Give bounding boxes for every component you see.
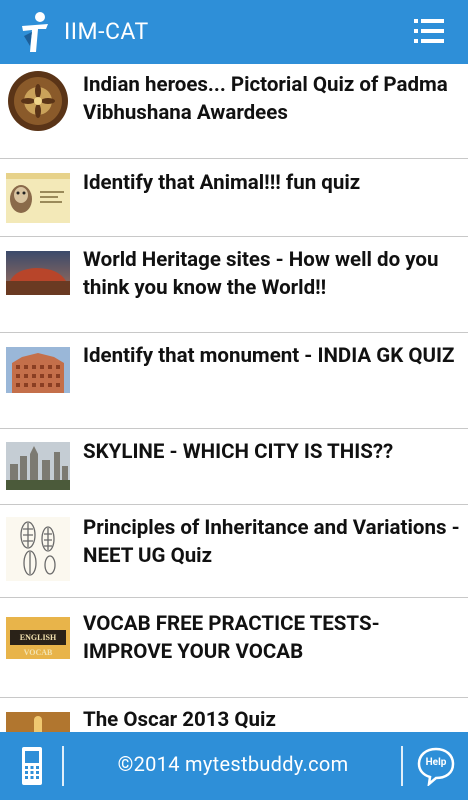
quiz-item-padma-vibhushana[interactable]: Indian heroes... Pictorial Quiz of Padma… <box>0 64 468 159</box>
quiz-item-skyline[interactable]: SKYLINE - WHICH CITY IS THIS?? <box>0 429 468 505</box>
quiz-title: SKYLINE - WHICH CITY IS THIS?? <box>83 440 394 464</box>
quiz-title: Principles of Inheritance and Variations… <box>83 516 460 568</box>
copyright-link[interactable]: ©2014 mytestbuddy.com <box>68 752 398 776</box>
quiz-title: Identify that monument - INDIA GK QUIZ <box>83 344 455 368</box>
quiz-item-vocab[interactable]: ENGLISH VOCAB VOCAB FREE PRACTICE TESTS-… <box>0 598 468 698</box>
quiz-item-inheritance[interactable]: Principles of Inheritance and Variations… <box>0 505 468 598</box>
footer-divider <box>401 746 403 786</box>
quiz-title: Identify that Animal!!! fun quiz <box>83 171 361 195</box>
footer-divider <box>62 746 64 786</box>
app-bar: IIM-CAT <box>0 0 468 64</box>
quiz-item-identify-monument[interactable]: Identify that monument - INDIA GK QUIZ <box>0 333 468 429</box>
quiz-title: World Heritage sites - How well do you t… <box>83 248 439 300</box>
heritage-site-thumbnail <box>6 251 70 295</box>
vocab-thumbnail-label: ENGLISH VOCAB <box>10 630 66 657</box>
phone-icon[interactable] <box>18 746 46 786</box>
monument-thumbnail <box>6 347 70 393</box>
skyline-thumbnail <box>6 442 70 490</box>
quiz-title: Indian heroes... Pictorial Quiz of Padma… <box>83 73 448 125</box>
help-button[interactable]: Help <box>416 746 456 786</box>
animal-quiz-thumbnail <box>6 173 70 223</box>
footer-bar: ©2014 mytestbuddy.com Help <box>0 732 468 800</box>
quiz-list[interactable]: Indian heroes... Pictorial Quiz of Padma… <box>0 64 468 732</box>
padma-medal-thumbnail <box>6 69 70 133</box>
app-title: IIM-CAT <box>64 18 149 45</box>
quiz-item-oscar[interactable]: The Oscar 2013 Quiz <box>0 698 468 732</box>
quiz-item-identify-animal[interactable]: Identify that Animal!!! fun quiz <box>0 159 468 237</box>
help-label: Help <box>425 757 447 768</box>
quiz-item-world-heritage[interactable]: World Heritage sites - How well do you t… <box>0 237 468 333</box>
seeds-thumbnail <box>6 517 70 581</box>
quiz-title: The Oscar 2013 Quiz <box>83 708 276 732</box>
quiz-title: VOCAB FREE PRACTICE TESTS- IMPROVE YOUR … <box>83 612 380 664</box>
app-logo-icon <box>22 12 48 52</box>
vocab-thumbnail: ENGLISH VOCAB <box>6 617 70 659</box>
menu-icon[interactable] <box>414 18 444 44</box>
oscar-thumbnail <box>6 712 70 732</box>
